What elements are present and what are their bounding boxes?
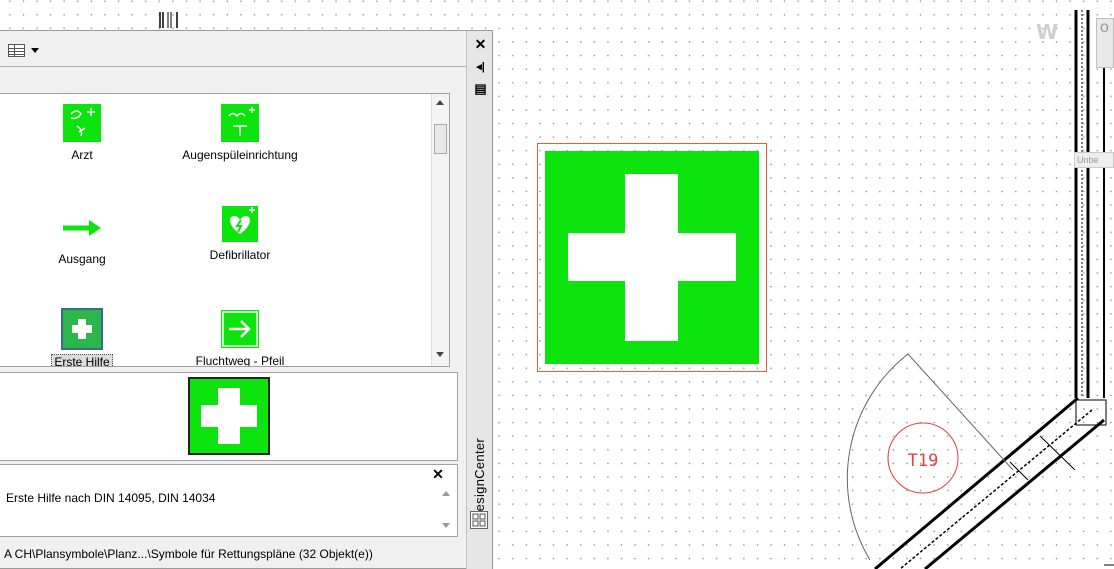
scroll-down-icon[interactable] [436,352,444,357]
chevron-down-icon [31,47,39,53]
designcenter-palette: Arzt Augenspüleinrichtung Ausgang Defibr… [0,30,493,569]
views-button[interactable] [8,43,54,57]
item-label: Defibrillator [209,248,271,262]
scroll-up-icon[interactable] [436,100,444,105]
properties-icon[interactable]: ▤ [473,81,488,96]
list-item[interactable]: Ausgang [2,206,162,266]
diag-jamb [1039,435,1076,471]
scroll-up-icon[interactable] [442,491,450,496]
vertical-scrollbar[interactable] [431,94,449,366]
preview-pane [0,372,458,461]
palette-toolbar [0,31,466,67]
grip-icon[interactable] [157,12,191,28]
wall-tab[interactable]: o [1096,18,1114,68]
close-icon[interactable]: ✕ [430,466,446,482]
item-label: Fluchtweg - Pfeil [195,354,285,367]
close-icon[interactable]: ✕ [473,36,488,52]
item-label: Augenspüleinrichtung [182,148,298,162]
palette-title-bar[interactable]: ✕ ◂| ▤ DesignCenter [466,31,492,569]
autohide-icon[interactable]: ◂| [473,59,488,74]
wall-tag: Unbe [1074,152,1114,168]
list-item[interactable]: Augenspüleinrichtung [160,104,320,162]
status-bar: A CH\Plansymbole\Planz...\Symbole für Re… [4,547,373,561]
corner-letter: W [1036,20,1059,44]
first-aid-cross-vertical [625,174,678,341]
doctor-sign-icon [63,104,101,142]
item-label: Ausgang [58,252,106,266]
scroll-thumb[interactable] [434,124,447,154]
diag-wall-hatch [899,409,1093,569]
exit-arrow-icon [63,220,101,236]
item-label: Arzt [71,148,93,162]
list-item[interactable]: Defibrillator [160,206,320,262]
content-area[interactable]: Arzt Augenspüleinrichtung Ausgang Defibr… [0,93,450,367]
list-item-selected[interactable]: Erste Hilfe [2,308,162,366]
description-scrollbar[interactable] [438,483,456,535]
status-grid-icon[interactable] [470,511,488,529]
first-aid-preview-icon [188,377,270,455]
door-tag-label: T19 [907,451,939,471]
list-item[interactable]: Fluchtweg - Pfeil [160,310,320,367]
escape-route-arrow-icon [221,310,259,348]
eye-wash-sign-icon [221,104,259,142]
defibrillator-sign-icon [222,206,258,242]
list-item[interactable]: Arzt [2,104,162,162]
first-aid-sign-icon [61,308,103,350]
description-pane: ✕ Erste Hilfe nach DIN 14095, DIN 14034 [0,464,458,537]
description-text: Erste Hilfe nach DIN 14095, DIN 14034 [6,491,216,505]
item-label: Erste Hilfe [51,354,113,366]
first-aid-sign[interactable] [545,151,759,364]
scroll-down-icon[interactable] [442,523,450,528]
views-icon [8,43,25,57]
